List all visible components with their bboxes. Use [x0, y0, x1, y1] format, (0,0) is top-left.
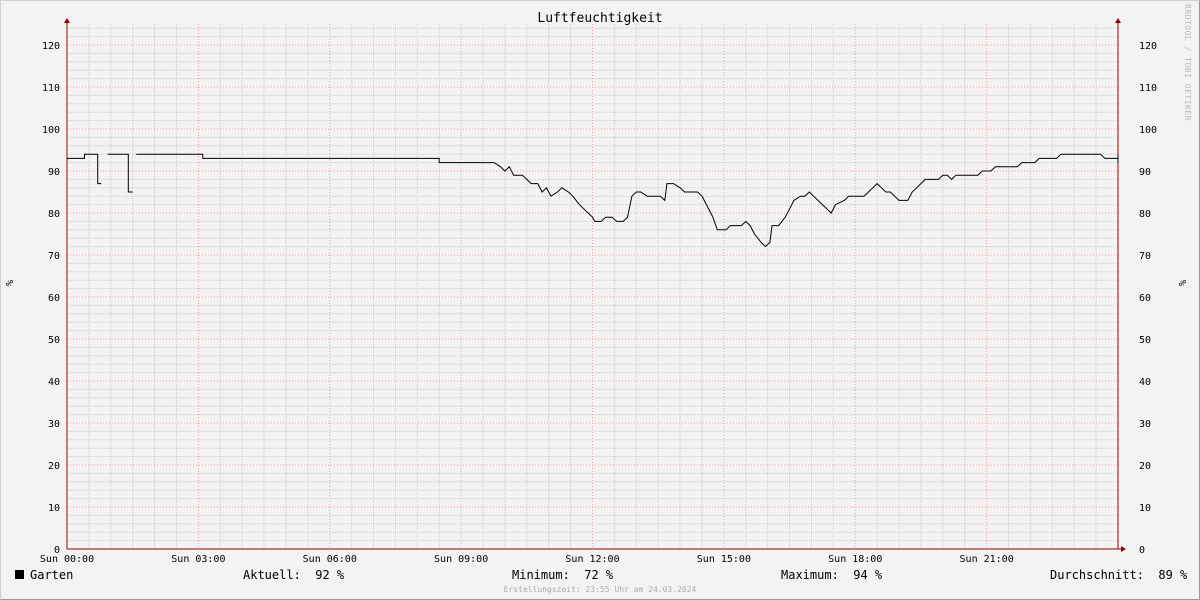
y-tick-label-right: 80 — [1139, 209, 1151, 220]
x-tick-label: Sun 09:00 — [434, 554, 488, 565]
legend-min-label: Minimum: — [512, 568, 570, 582]
y-tick-label-left: 30 — [48, 419, 60, 430]
x-tick-label: Sun 00:00 — [40, 554, 94, 565]
legend-avg-label: Durchschnitt: — [1050, 568, 1144, 582]
legend-min-value: 72 % — [584, 568, 614, 582]
x-tick-label: Sun 06:00 — [303, 554, 357, 565]
y-axis-right-arrow — [1115, 18, 1121, 23]
y-tick-label-left: 50 — [48, 335, 60, 346]
y-tick-label-right: 50 — [1139, 335, 1151, 346]
y-tick-label-left: 80 — [48, 209, 60, 220]
y-tick-label-right: 70 — [1139, 251, 1151, 262]
legend-max-label: Maximum: — [781, 568, 839, 582]
y-tick-labels-left: 0102030405060708090100110120 — [42, 41, 60, 556]
x-tick-label: Sun 18:00 — [828, 554, 882, 565]
legend-series-name: Garten — [30, 568, 74, 582]
legend-current-value: 92 % — [315, 568, 345, 582]
y-tick-label-left: 20 — [48, 461, 60, 472]
y-tick-label-left: 100 — [42, 125, 60, 136]
y-tick-label-right: 30 — [1139, 419, 1151, 430]
legend-current-label: Aktuell: — [243, 568, 301, 582]
axes — [64, 18, 1126, 552]
legend-avg-value: 89 % — [1158, 568, 1188, 582]
y-tick-label-left: 10 — [48, 503, 60, 514]
y-tick-label-right: 100 — [1139, 125, 1157, 136]
y-tick-label-right: 110 — [1139, 83, 1157, 94]
y-tick-label-left: 40 — [48, 377, 60, 388]
x-tick-labels: Sun 00:00 Sun 03:00 Sun 06:00 Sun 09:00 Sun … — [40, 554, 1014, 565]
legend-current: Aktuell: 92 % — [243, 568, 344, 582]
y-tick-label-right: 40 — [1139, 377, 1151, 388]
y-tick-labels-right: 0 10 20 30 40 50 60 70 80 90 100 110 120 — [1139, 41, 1157, 556]
y-tick-label-left: 120 — [42, 41, 60, 52]
legend-average: Durchschnitt: 89 % — [1050, 568, 1187, 582]
humidity-line-chart: 0 10 20 30 40 50 60 70 80 90 100 110 120 0 10 20 30 40 50… — [40, 18, 1157, 565]
y-tick-label-right: 20 — [1139, 461, 1151, 472]
y-tick-label-left: 110 — [42, 83, 60, 94]
series-line-garten — [107, 153, 133, 193]
y-tick-label-left: 60 — [48, 293, 60, 304]
x-axis-arrow — [1121, 546, 1126, 552]
legend-maximum: Maximum: 94 % — [781, 568, 882, 582]
legend-swatch-garten — [15, 570, 24, 579]
legend-minimum: Minimum: 72 % — [512, 568, 613, 582]
series-line-garten — [67, 153, 102, 185]
major-grid — [67, 24, 1118, 549]
y-tick-label-right: 10 — [1139, 503, 1151, 514]
legend-max-value: 94 % — [853, 568, 883, 582]
y-tick-label-right: 0 — [1139, 545, 1145, 556]
x-tick-label: Sun 03:00 — [171, 554, 225, 565]
x-tick-label: Sun 15:00 — [697, 554, 751, 565]
y-axis-left-arrow — [64, 18, 70, 23]
y-tick-label-left: 90 — [48, 167, 60, 178]
x-tick-label: Sun 12:00 — [565, 554, 619, 565]
y-tick-label-right: 60 — [1139, 293, 1151, 304]
series-line-garten — [136, 153, 1119, 248]
y-tick-label-right: 120 — [1139, 41, 1157, 52]
y-tick-label-left: 70 — [48, 251, 60, 262]
y-tick-label-right: 90 — [1139, 167, 1151, 178]
x-tick-label: Sun 21:00 — [960, 554, 1014, 565]
creation-timestamp: Erstellungszeit: 23:55 Uhr am 24.03.2024 — [503, 585, 697, 594]
